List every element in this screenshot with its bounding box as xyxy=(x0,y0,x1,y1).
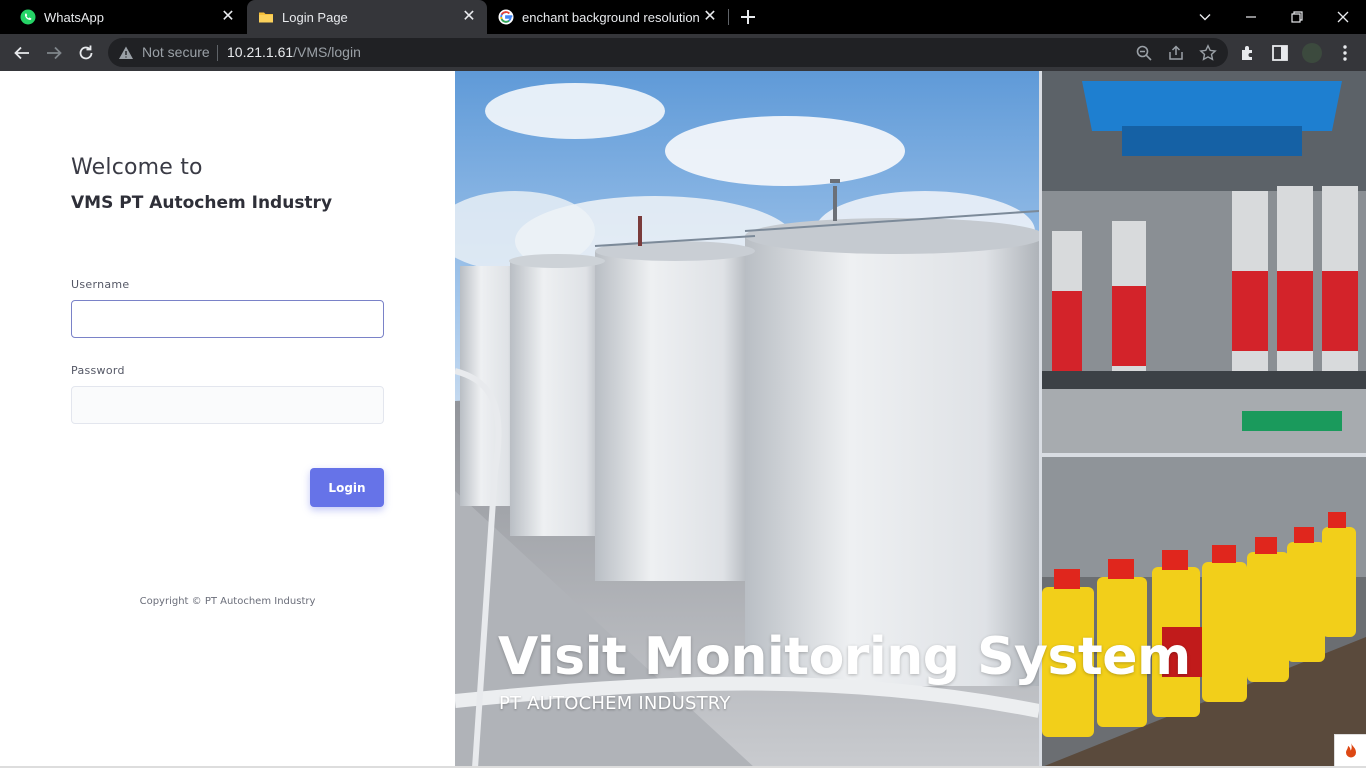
copyright-text: Copyright © PT Autochem Industry xyxy=(139,596,316,607)
brake-fluid-bottles-photo xyxy=(1042,457,1366,768)
tab-whatsapp[interactable]: WhatsApp ✕ xyxy=(0,0,246,34)
bookmark-star-icon[interactable] xyxy=(1199,44,1217,62)
login-button[interactable]: Login xyxy=(310,468,384,507)
welcome-heading: Welcome to xyxy=(71,155,203,180)
tab-divider xyxy=(728,9,729,25)
restore-button[interactable] xyxy=(1274,0,1320,34)
arrow-left-icon xyxy=(14,46,29,60)
warning-icon[interactable] xyxy=(118,45,134,61)
tab-title: enchant background resolution h xyxy=(522,9,702,25)
whatsapp-icon xyxy=(20,9,36,25)
browser-tab-strip: WhatsApp ✕ Login Page ✕ enchant backgrou… xyxy=(0,0,1366,34)
tab-title: WhatsApp xyxy=(44,9,104,25)
tab-login-page[interactable]: Login Page ✕ xyxy=(247,0,487,34)
close-icon xyxy=(1337,11,1349,23)
username-field[interactable] xyxy=(71,300,384,338)
hero-title: Visit Monitoring System xyxy=(498,627,1191,687)
close-icon[interactable]: ✕ xyxy=(702,9,718,25)
close-icon[interactable]: ✕ xyxy=(461,9,477,25)
login-page: Welcome to VMS PT Autochem Industry User… xyxy=(0,71,1366,768)
close-window-button[interactable] xyxy=(1320,0,1366,34)
company-heading: VMS PT Autochem Industry xyxy=(71,193,333,213)
omnibox-divider xyxy=(217,45,218,61)
login-panel: Welcome to VMS PT Autochem Industry User… xyxy=(0,71,455,768)
chevron-down-icon xyxy=(1199,14,1211,21)
folder-icon xyxy=(259,12,273,23)
reload-icon xyxy=(79,45,93,60)
tab-google-search[interactable]: enchant background resolution h ✕ xyxy=(488,0,728,34)
hero-subtitle: PT AUTOCHEM INDUSTRY xyxy=(499,693,731,714)
forward-button[interactable] xyxy=(43,42,65,64)
back-button[interactable] xyxy=(11,42,33,64)
more-menu-icon[interactable] xyxy=(1335,43,1355,63)
zoom-icon[interactable] xyxy=(1135,44,1153,62)
username-label: Username xyxy=(71,278,130,291)
share-icon[interactable] xyxy=(1167,44,1185,62)
profile-avatar[interactable] xyxy=(1302,43,1322,63)
url-host: 10.21.1.61 xyxy=(227,44,294,60)
address-bar[interactable]: Not secure 10.21.1.61/VMS/login xyxy=(108,38,1228,67)
google-icon xyxy=(498,9,514,25)
extensions-icon[interactable] xyxy=(1238,43,1258,63)
not-secure-label[interactable]: Not secure xyxy=(142,44,210,60)
tab-title: Login Page xyxy=(282,9,348,25)
debug-toolbar-button[interactable] xyxy=(1334,734,1366,766)
minimize-icon xyxy=(1246,16,1256,18)
arrow-right-icon xyxy=(47,46,62,60)
hero-panel: Visit Monitoring System PT AUTOCHEM INDU… xyxy=(455,71,1366,768)
url-path: /VMS/login xyxy=(293,44,361,60)
aerosol-cans-photo xyxy=(1042,71,1366,453)
flame-icon xyxy=(1345,742,1356,757)
password-field[interactable] xyxy=(71,386,384,424)
new-tab-icon[interactable] xyxy=(738,7,758,27)
url-text[interactable]: 10.21.1.61/VMS/login xyxy=(227,44,361,60)
browser-toolbar: Not secure 10.21.1.61/VMS/login xyxy=(0,34,1366,71)
minimize-button[interactable] xyxy=(1228,0,1274,34)
password-label: Password xyxy=(71,364,125,377)
close-icon[interactable]: ✕ xyxy=(220,9,236,25)
restore-icon xyxy=(1291,11,1303,23)
reload-button[interactable] xyxy=(75,42,97,64)
side-panel-icon[interactable] xyxy=(1270,43,1290,63)
tab-search-button[interactable] xyxy=(1182,0,1228,34)
